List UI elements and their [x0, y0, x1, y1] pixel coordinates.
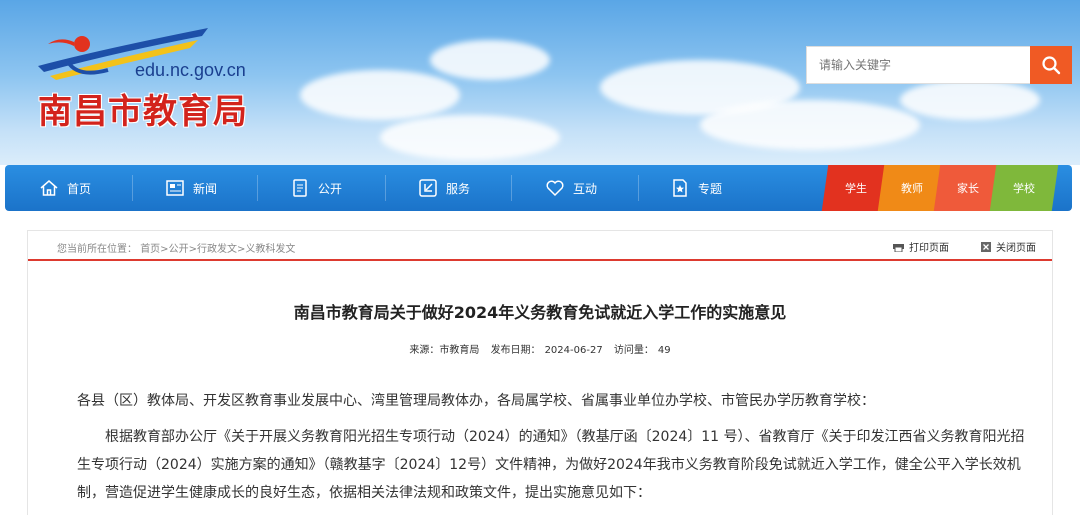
article-paragraph: 各县（区）教体局、开发区教育事业发展中心、湾里管理局教体办，各局属学校、省属事业… — [77, 393, 875, 409]
nav-label: 服务 — [446, 181, 471, 196]
visits-value: 49 — [657, 345, 671, 356]
site-logo[interactable]: edu.nc.gov.cn 南昌市教育局 — [30, 22, 290, 142]
nav-item-service[interactable]: 服务 — [418, 165, 470, 211]
search-icon — [1042, 56, 1061, 75]
nav-divider — [638, 175, 639, 201]
quick-link-school[interactable]: 学校 — [989, 165, 1059, 211]
close-icon — [981, 241, 991, 252]
close-label: 关闭页面 — [996, 243, 1036, 254]
print-icon — [893, 243, 904, 252]
document-icon — [293, 179, 307, 197]
close-page-button[interactable]: 关闭页面 — [981, 239, 1036, 254]
nav-item-home[interactable]: 首页 — [39, 165, 91, 211]
site-url: edu.nc.gov.cn — [135, 60, 246, 80]
date-value: 2024-06-27 — [544, 345, 603, 356]
cloud-decoration — [700, 100, 920, 150]
quick-link-label: 学校 — [1013, 182, 1035, 195]
quick-link-label: 教师 — [901, 182, 923, 195]
service-icon — [419, 179, 437, 197]
home-icon — [40, 180, 58, 196]
nav-divider — [132, 175, 133, 201]
article-meta: 来源：市教育局 发布日期： 2024-06-27 访问量： 49 — [28, 341, 1052, 356]
site-title: 南昌市教育局 — [38, 92, 248, 132]
cloud-decoration — [430, 40, 550, 80]
heart-icon — [546, 180, 564, 197]
nav-divider — [511, 175, 512, 201]
print-label: 打印页面 — [909, 243, 949, 254]
nav-item-interact[interactable]: 互动 — [545, 165, 597, 211]
search-bar — [806, 46, 1072, 84]
article-title: 南昌市教育局关于做好2024年义务教育免试就近入学工作的实施意见 — [293, 303, 787, 322]
search-input[interactable] — [806, 46, 1030, 84]
search-button[interactable] — [1030, 46, 1072, 84]
breadcrumb-bar: 您当前所在位置： 首页>公开>行政发文>义教科发文 打印页面 关闭页面 — [28, 231, 1052, 261]
breadcrumb-path[interactable]: 首页>公开>行政发文>义教科发文 — [140, 244, 295, 255]
cloud-decoration — [900, 80, 1040, 120]
breadcrumb-prefix: 您当前所在位置： — [57, 244, 137, 255]
quick-link-label: 家长 — [957, 182, 979, 195]
nav-label: 首页 — [67, 181, 92, 196]
nav-label: 公开 — [318, 181, 343, 196]
nav-divider — [385, 175, 386, 201]
page-tools: 打印页面 关闭页面 — [861, 239, 1036, 254]
nav-label: 新闻 — [193, 181, 218, 196]
newspaper-icon — [166, 180, 184, 196]
cloud-decoration — [380, 115, 560, 160]
nav-item-news[interactable]: 新闻 — [165, 165, 217, 211]
source-value: 市教育局 — [439, 345, 480, 356]
nav-label: 专题 — [698, 181, 723, 196]
date-label: 发布日期： — [490, 345, 541, 356]
main-nav: 首页 新闻 公开 服务 互动 专题 学生 教师 家长 学校 — [5, 165, 1072, 211]
article-paragraph: 根据教育部办公厅《关于开展义务教育阳光招生专项行动（2024）的通知》（教基厅函… — [77, 429, 1025, 501]
nav-label: 互动 — [573, 181, 598, 196]
breadcrumb: 您当前所在位置： 首页>公开>行政发文>义教科发文 — [57, 240, 295, 255]
nav-item-topics[interactable]: 专题 — [670, 165, 722, 211]
article-panel: 您当前所在位置： 首页>公开>行政发文>义教科发文 打印页面 关闭页面 南昌市教… — [27, 230, 1053, 515]
nav-item-public[interactable]: 公开 — [290, 165, 342, 211]
print-button[interactable]: 打印页面 — [893, 239, 949, 254]
star-doc-icon — [673, 179, 687, 197]
quick-link-label: 学生 — [845, 182, 867, 195]
cloud-decoration — [300, 70, 460, 120]
site-header: edu.nc.gov.cn 南昌市教育局 — [0, 0, 1080, 165]
nav-divider — [257, 175, 258, 201]
visits-label: 访问量： — [613, 345, 654, 356]
source-label: 来源： — [409, 345, 440, 356]
